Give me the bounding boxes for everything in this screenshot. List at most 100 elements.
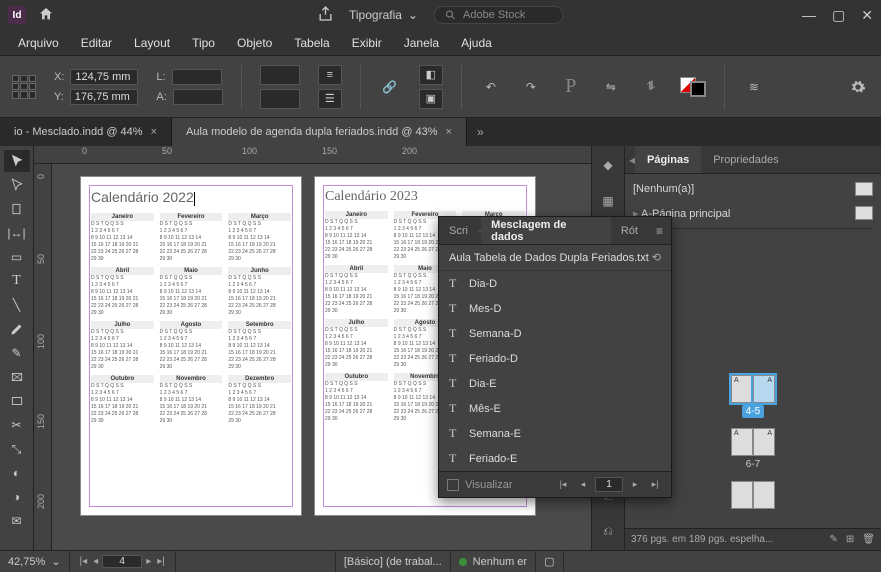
gradient-swatch-tool[interactable]: ◐ (4, 462, 30, 484)
last-page-icon[interactable]: ▸| (155, 556, 167, 567)
fill-stroke-swatch[interactable] (680, 77, 706, 97)
menu-ajuda[interactable]: Ajuda (451, 32, 502, 54)
edit-page-icon[interactable]: ✎ (830, 534, 838, 545)
page-thumb[interactable] (753, 481, 775, 509)
gap-tool[interactable]: |↔| (4, 222, 30, 244)
data-field[interactable]: TDia-D (439, 271, 671, 296)
data-field[interactable]: TDia-E (439, 371, 671, 396)
page-thumb[interactable]: A (753, 428, 775, 456)
data-field[interactable]: TSemana-D (439, 321, 671, 346)
rectangle-frame-tool[interactable] (4, 366, 30, 388)
gradient-feather-tool[interactable]: ◑ (4, 486, 30, 508)
close-tab-icon[interactable]: × (446, 126, 452, 138)
text-wrap-icon[interactable]: ≋ (743, 76, 765, 98)
direct-selection-tool[interactable] (4, 174, 30, 196)
page-thumb[interactable]: A (731, 428, 753, 456)
y-input[interactable] (70, 89, 138, 105)
zoom-control[interactable]: 42,75% ⌄ (0, 551, 70, 572)
menu-tabela[interactable]: Tabela (284, 32, 339, 54)
menu-objeto[interactable]: Objeto (227, 32, 282, 54)
spread-thumb[interactable] (731, 481, 775, 509)
rotate-cw-icon[interactable]: ↷ (520, 76, 542, 98)
new-page-icon[interactable]: ⊞ (846, 534, 854, 545)
gear-icon[interactable] (847, 76, 869, 98)
x-input[interactable] (70, 69, 138, 85)
menu-arquivo[interactable]: Arquivo (8, 32, 69, 54)
spread-thumb[interactable]: A A 4-5 (731, 375, 775, 418)
spread-thumb[interactable]: A A 6-7 (731, 428, 775, 471)
char-style-select[interactable] (260, 65, 300, 85)
next-record-icon[interactable]: ▸ (627, 477, 643, 493)
panel-tab-scripts[interactable]: Scri (439, 217, 478, 244)
align-left-icon[interactable]: ≡ (318, 65, 342, 85)
pen-tool[interactable] (4, 318, 30, 340)
reference-point-grid[interactable] (12, 75, 36, 99)
first-page-icon[interactable]: |◂ (78, 556, 90, 567)
page-thumb[interactable]: A (753, 375, 775, 403)
stroke-swatch[interactable] (690, 81, 706, 97)
character-icon[interactable]: P (560, 76, 582, 98)
object-style-status[interactable]: [Básico] (de trabal... (336, 551, 451, 572)
panel-tab-datamerge[interactable]: Mesclagem de dados (481, 217, 611, 244)
color-icon[interactable]: ▦ (597, 190, 619, 212)
panel-tab-pages[interactable]: Páginas (635, 146, 701, 173)
data-source-row[interactable]: Aula Tabela de Dados Dupla Feriados.txt … (439, 245, 671, 271)
document-tab-inactive[interactable]: io - Mesclado.indd @ 44% × (0, 118, 172, 146)
type-tool[interactable]: T (4, 270, 30, 292)
master-none-row[interactable]: [Nenhum(a)] (633, 180, 873, 198)
effects-icon[interactable]: ▣ (419, 89, 443, 109)
open-bridge-icon[interactable]: ▢ (544, 555, 554, 568)
data-merge-panel[interactable]: Scri ◦ Mesclagem de dados Rót ≡ Aula Tab… (438, 216, 672, 498)
refresh-source-icon[interactable]: ⟲ (652, 251, 661, 264)
menu-tipo[interactable]: Tipo (182, 32, 225, 54)
page-thumb[interactable]: A (731, 375, 753, 403)
page-tool[interactable] (4, 198, 30, 220)
menu-exibir[interactable]: Exibir (342, 32, 392, 54)
vertical-ruler[interactable]: 0 50 100 150 200 (34, 164, 52, 550)
data-field[interactable]: TMês-E (439, 396, 671, 421)
cc-libraries-icon[interactable]: ◆ (597, 154, 619, 176)
stock-search[interactable]: Adobe Stock (434, 6, 564, 24)
free-transform-tool[interactable]: ⤡ (4, 438, 30, 460)
data-field[interactable]: TSemana-E (439, 421, 671, 446)
list-icon[interactable]: ☰ (318, 89, 342, 109)
next-page-icon[interactable]: ▸ (144, 556, 153, 567)
height-input[interactable] (173, 89, 223, 105)
line-tool[interactable]: ╲ (4, 294, 30, 316)
link-icon[interactable]: 🔗 (379, 76, 401, 98)
data-field[interactable]: TFeriado-E (439, 446, 671, 471)
selection-tool[interactable] (4, 150, 30, 172)
home-icon[interactable] (38, 6, 54, 25)
scissors-tool[interactable]: ✂ (4, 414, 30, 436)
workspace-switcher[interactable]: Tipografia ⌄ (349, 8, 418, 22)
first-record-icon[interactable]: |◂ (555, 477, 571, 493)
preview-checkbox[interactable] (447, 479, 459, 491)
prev-record-icon[interactable]: ◂ (575, 477, 591, 493)
close-button[interactable]: ✕ (861, 7, 873, 24)
rectangle-tool[interactable] (4, 390, 30, 412)
links-icon[interactable]: ⎌ (597, 520, 619, 542)
pencil-tool[interactable]: ✎ (4, 342, 30, 364)
prev-page-icon[interactable]: ◂ (91, 556, 100, 567)
share-icon[interactable] (317, 6, 333, 25)
menu-editar[interactable]: Editar (71, 32, 122, 54)
document-tab-active[interactable]: Aula modelo de agenda dupla feriados.ind… (172, 118, 467, 146)
menu-janela[interactable]: Janela (394, 32, 449, 54)
panel-tab-labels[interactable]: Rót (611, 217, 648, 244)
corner-options-icon[interactable]: ◧ (419, 65, 443, 85)
last-record-icon[interactable]: ▸| (647, 477, 663, 493)
data-field[interactable]: TFeriado-D (439, 346, 671, 371)
page-left[interactable]: Calendário 2022 JaneiroD S T Q Q S S 1 2… (80, 176, 302, 516)
tabs-overflow-icon[interactable]: » (467, 118, 494, 146)
minimize-button[interactable]: — (802, 7, 816, 23)
panel-collapse-icon[interactable]: ◂ (625, 153, 635, 167)
panel-menu-icon[interactable]: ≡ (648, 224, 671, 238)
preflight-status[interactable]: Nenhum er (451, 551, 536, 572)
content-collector-tool[interactable]: ▭ (4, 246, 30, 268)
horizontal-ruler[interactable]: 0 50 100 150 200 (34, 146, 591, 164)
delete-page-icon[interactable]: 🗑 (862, 534, 875, 545)
width-input[interactable] (172, 69, 222, 85)
note-tool[interactable]: ✉ (4, 510, 30, 532)
page-thumb[interactable] (731, 481, 753, 509)
panel-tab-properties[interactable]: Propriedades (701, 146, 790, 173)
